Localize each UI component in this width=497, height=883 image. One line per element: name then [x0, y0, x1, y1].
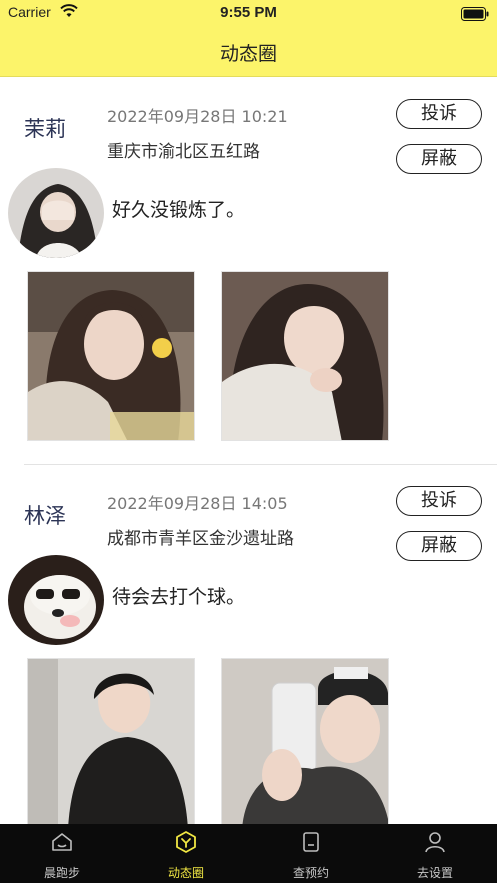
avatar[interactable] — [8, 168, 104, 258]
tab-label: 晨跑步 — [43, 866, 80, 880]
block-button[interactable]: 屏蔽 — [396, 531, 482, 561]
post-photo[interactable] — [27, 271, 195, 441]
post-location: 成都市青羊区金沙遗址路 — [107, 529, 294, 549]
document-icon — [299, 830, 323, 854]
moments-icon — [174, 830, 198, 854]
page-title: 动态圈 — [219, 43, 277, 65]
tab-label: 去设置 — [416, 866, 453, 880]
report-button[interactable]: 投诉 — [396, 99, 482, 129]
tab-settings[interactable]: 去设置 — [373, 824, 497, 883]
tab-morning-run[interactable]: 晨跑步 — [0, 824, 124, 883]
post-card: 茉莉 2022年09月28日 10:21 重庆市渝北区五红路 投诉 屏蔽 好久没… — [0, 77, 497, 465]
post-photo[interactable] — [27, 658, 195, 824]
tab-label: 动态圈 — [167, 866, 204, 880]
report-button[interactable]: 投诉 — [396, 486, 482, 516]
battery-icon — [461, 6, 489, 25]
feed[interactable]: 茉莉 2022年09月28日 10:21 重庆市渝北区五红路 投诉 屏蔽 好久没… — [0, 77, 497, 824]
post-text: 好久没锻炼了。 — [112, 199, 246, 221]
tab-moments[interactable]: 动态圈 — [124, 824, 248, 883]
nav-bar: 动态圈 — [0, 26, 497, 77]
post-photo[interactable] — [221, 271, 389, 441]
post-author-name[interactable]: 茉莉 — [24, 113, 66, 143]
clock: 9:55 PM — [220, 4, 277, 21]
block-button[interactable]: 屏蔽 — [396, 144, 482, 174]
tab-appointments[interactable]: 查预约 — [249, 824, 373, 883]
post-card: 林泽 2022年09月28日 14:05 成都市青羊区金沙遗址路 投诉 屏蔽 待… — [0, 464, 497, 824]
tab-bar: 晨跑步 动态圈 查预约 去设置 — [0, 824, 497, 883]
post-location: 重庆市渝北区五红路 — [107, 142, 260, 162]
home-icon — [50, 830, 74, 854]
person-icon — [423, 830, 447, 854]
avatar[interactable] — [8, 555, 104, 645]
post-photo[interactable] — [221, 658, 389, 824]
post-timestamp: 2022年09月28日 14:05 — [107, 494, 288, 513]
post-author-name[interactable]: 林泽 — [24, 500, 66, 530]
status-bar: Carrier 9:55 PM — [0, 0, 497, 26]
tab-label: 查预约 — [292, 866, 329, 880]
post-text: 待会去打个球。 — [112, 586, 246, 608]
post-timestamp: 2022年09月28日 10:21 — [107, 107, 288, 126]
